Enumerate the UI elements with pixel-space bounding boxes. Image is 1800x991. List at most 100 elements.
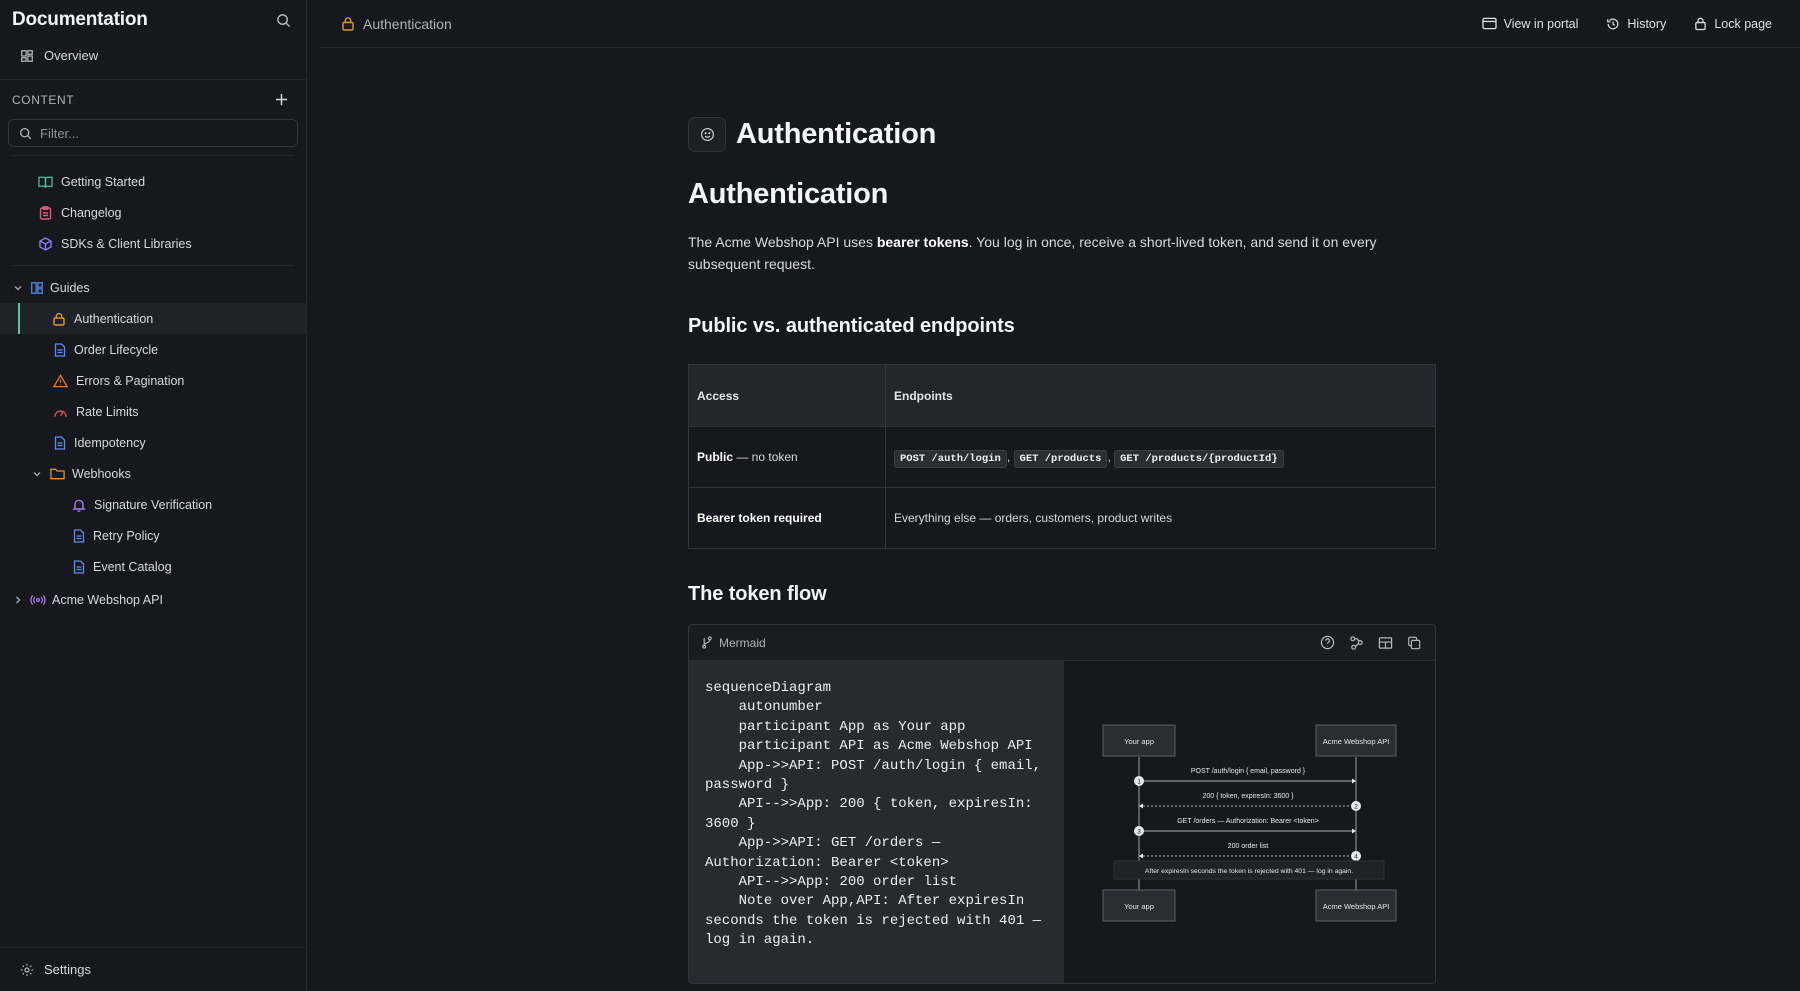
chevron-down-icon[interactable] <box>12 283 24 293</box>
participant-api-top: Acme Webshop API <box>1315 724 1397 757</box>
sidebar-item-order-lifecycle[interactable]: Order Lifecycle <box>0 334 306 365</box>
gauge-icon <box>53 405 68 419</box>
smiley-icon <box>700 127 714 142</box>
sidebar-item-idempotency[interactable]: Idempotency <box>0 427 306 458</box>
table-row: Bearer token required Everything else — … <box>688 487 1436 549</box>
browser-window-icon <box>1481 17 1497 30</box>
sidebar-item-label: Errors & Pagination <box>76 373 185 388</box>
sidebar-item-getting-started[interactable]: Getting Started <box>0 166 306 197</box>
page-title: Authentication <box>736 118 937 150</box>
history-button[interactable]: History <box>1606 17 1666 31</box>
action-label: View in portal <box>1503 16 1579 31</box>
page-header: Authentication <box>688 117 1436 152</box>
breadcrumb: Authentication <box>341 16 452 32</box>
participant-label: Your app <box>1124 737 1154 746</box>
search-icon <box>19 127 32 140</box>
help-icon[interactable] <box>1320 635 1335 650</box>
sidebar-item-label: Acme Webshop API <box>52 592 163 607</box>
participant-label: Acme Webshop API <box>1323 902 1390 911</box>
copy-icon[interactable] <box>1407 636 1421 650</box>
heading-1: Authentication <box>688 178 889 210</box>
action-label: History <box>1627 16 1667 31</box>
text: The Acme Webshop API uses <box>688 234 877 250</box>
participant-label: Acme Webshop API <box>1323 737 1390 746</box>
participant-app-bottom: Your app <box>1102 889 1176 922</box>
sidebar-item-authentication[interactable]: Authentication <box>0 303 306 334</box>
table-cell: POST /auth/login, GET /products, GET /pr… <box>885 426 1436 488</box>
bell-icon <box>72 498 86 512</box>
sidebar-item-label: Event Catalog <box>93 559 172 574</box>
broadcast-icon <box>30 594 46 606</box>
sidebar-item-rate-limits[interactable]: Rate Limits <box>0 396 306 427</box>
sidebar-folder-api[interactable]: Acme Webshop API <box>0 584 306 615</box>
sequence-diagram: Your app Acme Webshop API POST /auth/log… <box>1102 724 1397 922</box>
code-inline: POST /auth/login <box>894 449 1007 468</box>
divider <box>12 155 294 156</box>
document: Authentication Authentication The Acme W… <box>688 117 1436 984</box>
filter-input[interactable] <box>40 125 260 141</box>
page-emoji-button[interactable] <box>688 117 726 152</box>
workflow-icon[interactable] <box>1349 635 1364 650</box>
lock-icon <box>1694 16 1707 31</box>
sidebar-item-changelog[interactable]: Changelog <box>0 197 306 228</box>
main-content: Authentication Authentication The Acme W… <box>319 49 1800 991</box>
sequence-number-label: 1 <box>1137 779 1141 786</box>
column-header: Access <box>688 364 886 427</box>
sidebar-item-retry-policy[interactable]: Retry Policy <box>0 520 306 551</box>
sequence-number-label: 2 <box>1354 804 1358 811</box>
sidebar-item-errors-pagination[interactable]: Errors & Pagination <box>0 365 306 396</box>
sidebar-item-signature-verification[interactable]: Signature Verification <box>0 489 306 520</box>
grid-icon <box>20 49 34 63</box>
lock-page-button[interactable]: Lock page <box>1694 16 1772 31</box>
diagram-note: After expiresIn seconds the token is rej… <box>1113 860 1385 880</box>
content-section-header: CONTENT <box>0 79 306 119</box>
clipboard-icon <box>38 205 53 220</box>
document-icon <box>54 435 66 450</box>
bold-text: bearer tokens <box>876 234 969 250</box>
document-icon <box>54 342 66 357</box>
plus-icon[interactable] <box>272 91 290 109</box>
sequence-number-label: 3 <box>1137 829 1141 836</box>
sidebar-item-event-catalog[interactable]: Event Catalog <box>0 551 306 582</box>
lock-icon <box>341 16 355 31</box>
message-label: 200 order list <box>1228 843 1269 850</box>
topbar-actions: View in portal History Lock page <box>1481 16 1772 31</box>
sidebar-folder-webhooks[interactable]: Webhooks <box>0 458 306 489</box>
participant-app-top: Your app <box>1102 724 1176 757</box>
filter-box <box>8 119 298 147</box>
sidebar-folder-guides[interactable]: Guides <box>0 272 306 303</box>
heading-endpoints: Public vs. authenticated endpoints <box>688 315 1015 337</box>
chevron-down-icon[interactable] <box>31 469 43 479</box>
sidebar-item-overview[interactable]: Overview <box>0 40 306 71</box>
view-in-portal-button[interactable]: View in portal <box>1481 16 1579 31</box>
folder-icon <box>50 467 65 480</box>
topbar: Authentication View in portal History Lo… <box>319 0 1800 48</box>
search-icon[interactable] <box>274 11 292 29</box>
table-row: Public — no token POST /auth/login, GET … <box>688 426 1436 488</box>
sidebar-item-label: Overview <box>44 48 99 63</box>
note-label: After expiresIn seconds the token is rej… <box>1145 868 1353 875</box>
sidebar-header: Documentation <box>0 0 306 40</box>
code-inline: GET /products <box>1013 449 1108 468</box>
sidebar-item-settings[interactable]: Settings <box>0 947 306 991</box>
mermaid-body: sequenceDiagram autonumber participant A… <box>689 661 1435 983</box>
document-icon <box>73 559 85 574</box>
history-icon <box>1606 17 1620 31</box>
message-4: 200 order list 4 <box>1139 843 1361 861</box>
action-label: Lock page <box>1714 16 1772 31</box>
book-icon <box>38 175 53 189</box>
table-cell: Everything else — orders, customers, pro… <box>885 487 1436 549</box>
bold-text: Public <box>697 450 734 464</box>
column-header: Endpoints <box>885 364 1436 427</box>
content-tree: Getting Started Changelog SDKs & Client … <box>0 162 306 615</box>
table-cell: Bearer token required <box>688 487 886 549</box>
divider <box>12 265 294 266</box>
chevron-right-icon[interactable] <box>12 595 24 605</box>
sidebar-item-sdks[interactable]: SDKs & Client Libraries <box>0 228 306 259</box>
layout-toggle-icon[interactable] <box>1378 636 1393 650</box>
label-text: Mermaid <box>719 635 766 650</box>
sidebar-item-label: Rate Limits <box>76 404 139 419</box>
mermaid-code-editor[interactable]: sequenceDiagram autonumber participant A… <box>689 661 1064 983</box>
document-icon <box>73 528 85 543</box>
lock-icon <box>52 312 66 326</box>
